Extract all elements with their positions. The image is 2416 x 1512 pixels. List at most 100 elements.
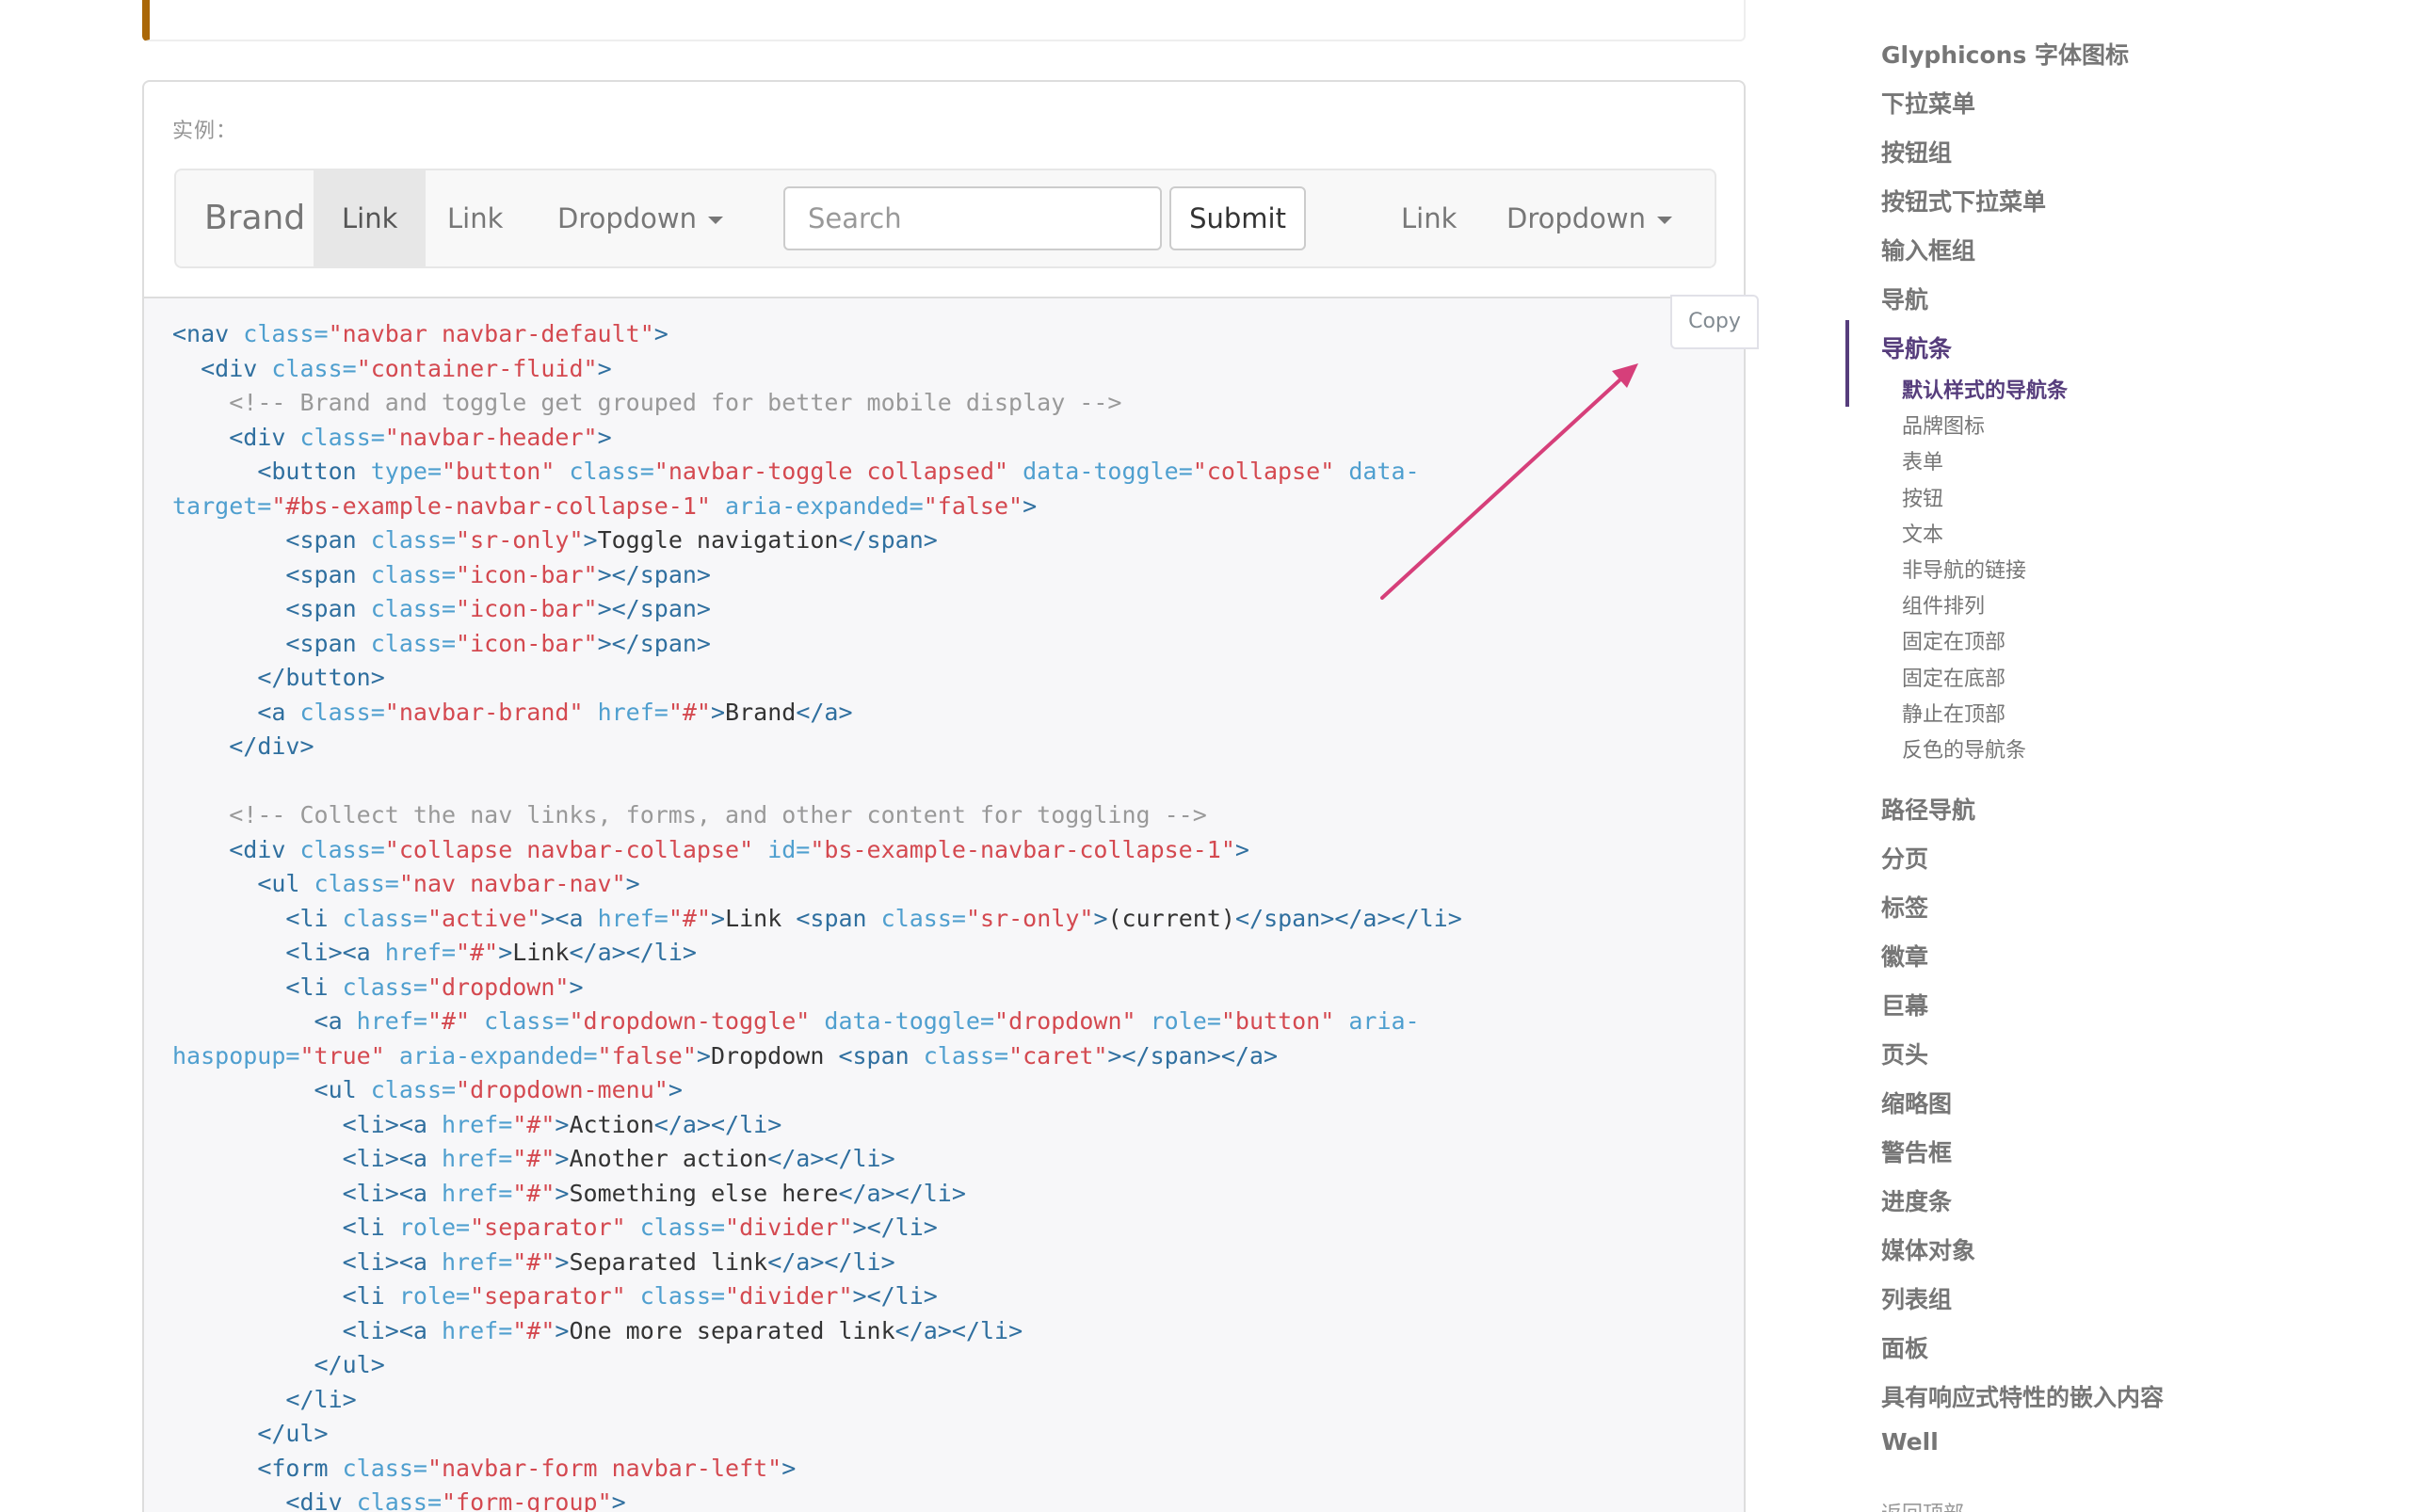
code-token: "true" bbox=[299, 1041, 399, 1070]
sidebar-active-indicator bbox=[1845, 320, 1849, 407]
sidebar-subitem[interactable]: 非导航的链接 bbox=[1902, 554, 2026, 584]
code-token: > bbox=[597, 354, 612, 382]
sidebar-subitem[interactable]: 文本 bbox=[1902, 518, 1943, 548]
sidebar-item[interactable]: 警告框 bbox=[1881, 1134, 1952, 1168]
sidebar-subitem[interactable]: 品牌图标 bbox=[1902, 410, 1985, 440]
nav-link[interactable]: Link bbox=[419, 170, 531, 266]
code-token: <ul bbox=[314, 1076, 371, 1103]
sidebar-item[interactable]: 具有响应式特性的嵌入内容 bbox=[1881, 1379, 2164, 1413]
code-token: aria-expanded= bbox=[725, 491, 924, 520]
sidebar-item[interactable]: 按钮式下拉菜单 bbox=[1881, 184, 2046, 217]
code-line: <span class="icon-bar"></span> bbox=[172, 558, 1462, 593]
sidebar-subitem[interactable]: 反色的导航条 bbox=[1902, 733, 2026, 764]
code-token: "navbar navbar-default" bbox=[328, 320, 654, 347]
code-token: </a></li> bbox=[767, 1247, 895, 1276]
sidebar-item[interactable]: 面板 bbox=[1881, 1330, 1928, 1364]
sidebar-item[interactable]: 进度条 bbox=[1881, 1183, 1952, 1217]
sidebar-item[interactable]: 标签 bbox=[1881, 890, 1928, 924]
code-token: Something else here bbox=[569, 1179, 839, 1207]
sidebar-item[interactable]: 分页 bbox=[1881, 841, 1928, 875]
code-token: "dropdown-toggle" bbox=[569, 1007, 825, 1035]
code-token: <button bbox=[257, 458, 371, 485]
code-token: class= bbox=[342, 1454, 427, 1482]
code-token: "navbar-toggle collapsed" bbox=[653, 458, 1023, 485]
sidebar-item[interactable]: 导航条 bbox=[1881, 330, 1952, 364]
sidebar-item[interactable]: 路径导航 bbox=[1881, 792, 1975, 826]
sidebar-subitem[interactable]: 按钮 bbox=[1902, 482, 1943, 512]
code-token: "false" bbox=[923, 491, 1023, 520]
code-token: <form bbox=[257, 1454, 343, 1482]
code-token: > bbox=[611, 1488, 626, 1512]
code-token: "collapse" bbox=[1192, 458, 1349, 485]
sidebar-item[interactable]: 输入框组 bbox=[1881, 233, 1975, 266]
code-line: <div class="container-fluid"> bbox=[172, 352, 1462, 387]
sidebar-item[interactable]: Well bbox=[1881, 1428, 1939, 1456]
search-input[interactable] bbox=[783, 186, 1162, 250]
code-token: "#" bbox=[668, 904, 712, 932]
code-token: "#" bbox=[427, 1007, 485, 1035]
code-token: "button" bbox=[442, 458, 570, 485]
nav-dropdown-right[interactable]: Dropdown bbox=[1478, 170, 1700, 266]
sidebar-subitem[interactable]: 固定在顶部 bbox=[1902, 625, 2005, 655]
sidebar-item[interactable]: 页头 bbox=[1881, 1037, 1928, 1070]
code-token: > bbox=[1093, 904, 1108, 932]
code-token: "icon-bar" bbox=[456, 595, 598, 622]
code-token: ></li> bbox=[852, 1282, 938, 1310]
code-token: href= bbox=[597, 698, 668, 726]
code-token: <div bbox=[229, 423, 300, 451]
code-line: <a class="navbar-brand" href="#">Brand</… bbox=[172, 696, 1462, 731]
code-token: </a></li> bbox=[569, 939, 697, 966]
submit-button[interactable]: Submit bbox=[1169, 186, 1306, 250]
sidebar-subitem[interactable]: 默认样式的导航条 bbox=[1902, 374, 2068, 404]
sidebar-item[interactable]: 媒体对象 bbox=[1881, 1232, 1975, 1266]
code-line: <li class="active"><a href="#">Link <spa… bbox=[172, 902, 1461, 937]
code-token: "caret" bbox=[1008, 1041, 1108, 1070]
nav-dropdown-left[interactable]: Dropdown bbox=[529, 170, 751, 266]
code-token: "dropdown" bbox=[994, 1007, 1151, 1035]
code-token: One more separated link bbox=[569, 1316, 895, 1344]
code-token: <li><a bbox=[342, 1179, 442, 1207]
code-token: > bbox=[696, 1041, 711, 1070]
nav-link-right[interactable]: Link bbox=[1373, 170, 1485, 266]
code-token: "#" bbox=[512, 1179, 556, 1207]
sidebar-item[interactable]: 导航 bbox=[1881, 281, 1928, 315]
sidebar-item[interactable]: 按钮组 bbox=[1881, 135, 1952, 169]
code-line: <li><a href="#">Action</a></li> bbox=[172, 1108, 1462, 1143]
code-token: <li bbox=[342, 1282, 399, 1310]
code-token: "form-group" bbox=[442, 1488, 612, 1512]
sidebar-item[interactable]: 巨幕 bbox=[1881, 988, 1928, 1021]
sidebar-item[interactable]: Glyphicons 字体图标 bbox=[1881, 37, 2129, 71]
code-token: <li><a bbox=[285, 939, 385, 966]
sidebar-subitem[interactable]: 固定在底部 bbox=[1902, 662, 2005, 692]
nav-link-active[interactable]: Link bbox=[314, 170, 427, 266]
code-token: class= bbox=[342, 973, 427, 1001]
sidebar-subitem[interactable]: 静止在顶部 bbox=[1902, 698, 2005, 728]
sidebar-item[interactable]: 下拉菜单 bbox=[1881, 86, 1975, 120]
code-line: <span class="icon-bar"></span> bbox=[172, 592, 1462, 627]
code-token: (current) bbox=[1107, 904, 1235, 932]
copy-button[interactable]: Copy bbox=[1670, 295, 1759, 349]
navbar-brand[interactable]: Brand bbox=[204, 170, 305, 266]
code-token: </ul> bbox=[257, 1420, 329, 1447]
sidebar-item[interactable]: 徽章 bbox=[1881, 939, 1928, 973]
sidebar-item[interactable]: 缩略图 bbox=[1881, 1086, 1952, 1119]
sidebar-item[interactable]: 列表组 bbox=[1881, 1281, 1952, 1315]
code-token: class= bbox=[639, 1282, 726, 1310]
code-token: ></span> bbox=[597, 629, 711, 657]
code-token: class= bbox=[370, 595, 457, 622]
back-to-top-link[interactable]: 返回顶部 bbox=[1881, 1497, 1964, 1512]
code-token: "divider" bbox=[725, 1282, 853, 1310]
code-token: > bbox=[1234, 835, 1249, 863]
sidebar-subitem[interactable]: 组件排列 bbox=[1902, 589, 1985, 619]
code-token: class= bbox=[569, 458, 654, 485]
sidebar-subitem[interactable]: 表单 bbox=[1902, 445, 1943, 475]
code-token: "collapse navbar-collapse" bbox=[384, 835, 768, 863]
caret-down-icon bbox=[708, 217, 724, 224]
code-token: "navbar-header" bbox=[384, 423, 598, 451]
code-token: <li><a bbox=[342, 1110, 442, 1138]
